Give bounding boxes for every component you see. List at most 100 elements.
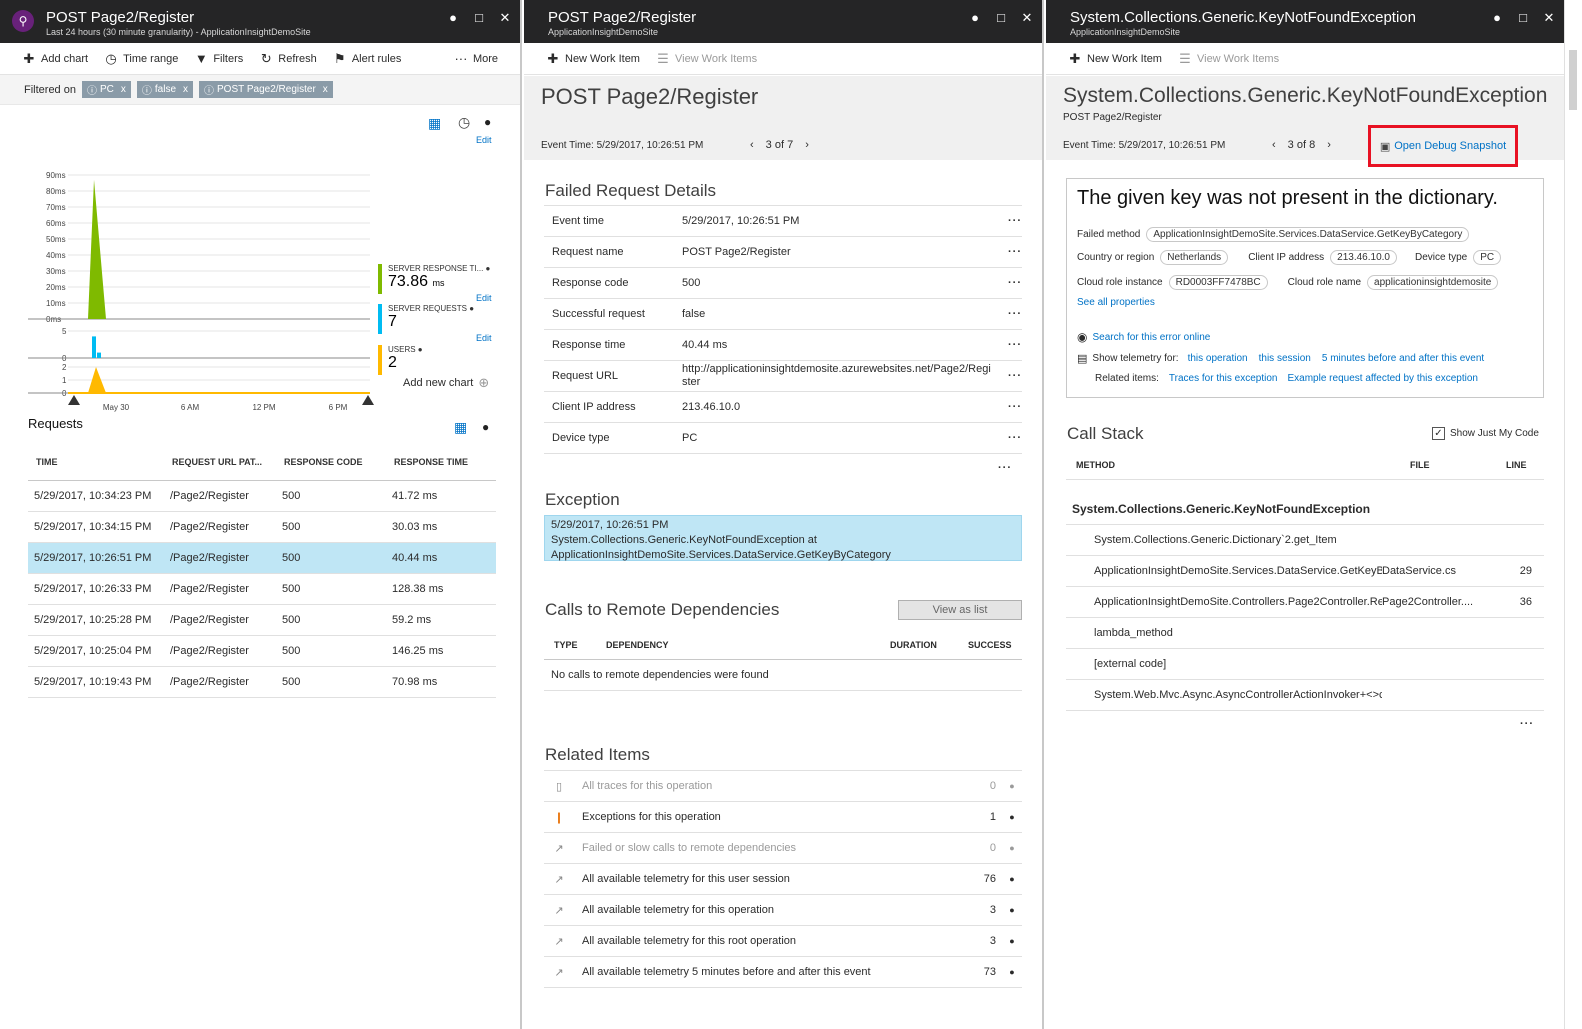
arrow-icon: ↗ — [554, 842, 564, 855]
column-header[interactable]: RESPONSE TIME — [386, 444, 496, 481]
more-icon[interactable]: ··· — [1002, 370, 1022, 382]
related-item[interactable]: ↗ All available telemetry 5 minutes befor… — [544, 957, 1022, 988]
call-stack-row[interactable]: [external code] — [1066, 649, 1544, 680]
exception-item[interactable]: 5/29/2017, 10:26:51 PM System.Collection… — [544, 515, 1022, 561]
close-icon[interactable]: ✕ — [1020, 10, 1034, 26]
close-icon[interactable]: ✕ — [1542, 10, 1556, 26]
info-icon[interactable]: ● — [1002, 905, 1022, 915]
related-item[interactable]: ↗ All available telemetry for this user s… — [544, 864, 1022, 895]
new-work-item-button[interactable]: ✚ New Work Item — [1068, 51, 1162, 67]
remove-filter-icon[interactable]: x — [121, 84, 126, 95]
call-stack-row[interactable]: lambda_method — [1066, 618, 1544, 649]
call-stack-row[interactable]: ApplicationInsightDemoSite.Controllers.P… — [1066, 587, 1544, 618]
alert-rules-button[interactable]: ⚑ Alert rules — [333, 51, 401, 67]
column-header[interactable]: METHOD — [1066, 460, 1410, 470]
more-icon[interactable]: ··· — [1002, 246, 1022, 258]
related-item[interactable]: ↗ All available telemetry for this root o… — [544, 926, 1022, 957]
telemetry-link[interactable]: 5 minutes before and after this event — [1322, 353, 1484, 364]
pin-icon[interactable]: ● — [446, 10, 460, 26]
maximize-icon[interactable]: □ — [1516, 10, 1530, 26]
related-item[interactable]: ↗ Failed or slow calls to remote dependen… — [544, 833, 1022, 864]
grid-view-icon[interactable]: ▦ — [454, 419, 467, 436]
edit-link[interactable]: Edit — [476, 333, 492, 343]
call-stack-row[interactable]: System.Collections.Generic.Dictionary`2.… — [1066, 525, 1544, 556]
pin-icon[interactable]: ● — [482, 420, 489, 434]
more-icon[interactable]: ··· — [1002, 215, 1022, 227]
table-row[interactable]: 5/29/2017, 10:26:33 PM/Page2/Register 500… — [28, 573, 496, 605]
users-card[interactable]: USERS ● 2 — [378, 345, 423, 375]
open-debug-snapshot-button[interactable]: ▣ Open Debug Snapshot — [1368, 125, 1518, 167]
refresh-button[interactable]: ↻ Refresh — [259, 51, 317, 67]
column-header[interactable]: SUCCESS — [968, 640, 1012, 650]
new-work-item-button[interactable]: ✚ New Work Item — [546, 51, 640, 67]
info-icon[interactable]: ● — [1002, 967, 1022, 977]
more-icon[interactable]: ··· — [1002, 308, 1022, 320]
view-as-list-button[interactable]: View as list — [898, 600, 1022, 620]
column-header[interactable]: DURATION — [890, 640, 968, 650]
search-error-online-link[interactable]: Search for this error online — [1092, 332, 1210, 343]
table-row[interactable]: 5/29/2017, 10:19:43 PM/Page2/Register 500… — [28, 666, 496, 698]
info-icon[interactable]: ● — [1002, 843, 1022, 853]
column-header[interactable]: DEPENDENCY — [594, 640, 890, 650]
more-icon[interactable]: ··· — [1002, 401, 1022, 413]
see-all-properties-link[interactable]: See all properties — [1077, 297, 1155, 308]
add-chart-button[interactable]: ✚ Add chart — [22, 51, 89, 67]
maximize-icon[interactable]: □ — [994, 10, 1008, 26]
time-range-button[interactable]: ◷ Time range — [104, 51, 178, 67]
column-header[interactable]: REQUEST URL PAT... — [164, 444, 276, 481]
chevron-left-icon[interactable]: ‹ — [750, 139, 754, 151]
server-requests-card[interactable]: SERVER REQUESTS ● 7 — [378, 304, 474, 334]
chevron-right-icon[interactable]: › — [805, 139, 809, 151]
remove-filter-icon[interactable]: x — [183, 84, 188, 95]
info-icon[interactable]: ● — [1002, 936, 1022, 946]
more-icon[interactable]: ··· — [998, 462, 1012, 474]
related-item[interactable]: ❙ Exceptions for this operation 1 ● — [544, 802, 1022, 833]
related-item[interactable]: ▯ All traces for this operation 0 ● — [544, 771, 1022, 802]
table-row[interactable]: 5/29/2017, 10:25:28 PM/Page2/Register 500… — [28, 604, 496, 636]
column-header[interactable]: TYPE — [544, 640, 594, 650]
view-work-items-button[interactable]: ☰ View Work Items — [656, 51, 757, 67]
more-icon[interactable]: ··· — [1002, 339, 1022, 351]
call-stack-row[interactable]: System.Web.Mvc.Async.AsyncControllerActi… — [1066, 680, 1544, 711]
more-button[interactable]: ··· More — [454, 51, 498, 66]
table-row[interactable]: 5/29/2017, 10:26:51 PM/Page2/Register 500… — [28, 542, 496, 574]
more-icon[interactable]: ··· — [1520, 718, 1534, 730]
scrollbar-thumb[interactable] — [1569, 50, 1577, 110]
filter-chip[interactable]: ⓘ POST Page2/Register x — [199, 81, 333, 98]
table-row[interactable]: 5/29/2017, 10:34:23 PM/Page2/Register 500… — [28, 480, 496, 512]
telemetry-link[interactable]: this session — [1259, 353, 1311, 364]
more-icon[interactable]: ··· — [1002, 277, 1022, 289]
server-response-card[interactable]: SERVER RESPONSE TI... ● 73.86 ms — [378, 264, 490, 294]
table-row[interactable]: 5/29/2017, 10:34:15 PM/Page2/Register 500… — [28, 511, 496, 543]
column-header[interactable]: TIME — [28, 444, 164, 481]
scrollbar[interactable] — [1564, 0, 1582, 1029]
filters-button[interactable]: ▼ Filters — [194, 51, 243, 66]
pin-icon[interactable]: ● — [1490, 10, 1504, 26]
more-icon[interactable]: ··· — [1002, 432, 1022, 444]
maximize-icon[interactable]: □ — [472, 10, 486, 26]
checkbox-checked-icon[interactable]: ✓ — [1432, 427, 1445, 440]
related-item[interactable]: ↗ All available telemetry for this operat… — [544, 895, 1022, 926]
info-icon[interactable]: ● — [1002, 781, 1022, 791]
edit-link[interactable]: Edit — [476, 293, 492, 303]
telemetry-link[interactable]: this operation — [1188, 353, 1248, 364]
column-header[interactable]: RESPONSE CODE — [276, 444, 386, 481]
related-link[interactable]: Example request affected by this excepti… — [1288, 373, 1478, 384]
filter-chip[interactable]: ⓘ false x — [136, 81, 194, 98]
chevron-right-icon[interactable]: › — [1327, 139, 1331, 151]
chevron-left-icon[interactable]: ‹ — [1272, 139, 1276, 151]
column-header[interactable]: LINE — [1506, 460, 1527, 470]
filter-chip[interactable]: ⓘ PC x — [81, 81, 131, 98]
info-icon[interactable]: ● — [1002, 812, 1022, 822]
call-stack-row[interactable]: ApplicationInsightDemoSite.Services.Data… — [1066, 556, 1544, 587]
info-icon[interactable]: ● — [1002, 874, 1022, 884]
related-link[interactable]: Traces for this exception — [1169, 373, 1278, 384]
close-icon[interactable]: ✕ — [498, 10, 512, 26]
table-row[interactable]: 5/29/2017, 10:25:04 PM/Page2/Register 500… — [28, 635, 496, 667]
view-work-items-button[interactable]: ☰ View Work Items — [1178, 51, 1279, 67]
remove-filter-icon[interactable]: x — [323, 84, 328, 95]
add-new-chart-button[interactable]: Add new chart ⊕ — [403, 375, 489, 391]
column-header[interactable]: FILE — [1410, 460, 1506, 470]
just-my-code-toggle[interactable]: ✓ Show Just My Code — [1432, 427, 1539, 440]
pin-icon[interactable]: ● — [968, 10, 982, 26]
